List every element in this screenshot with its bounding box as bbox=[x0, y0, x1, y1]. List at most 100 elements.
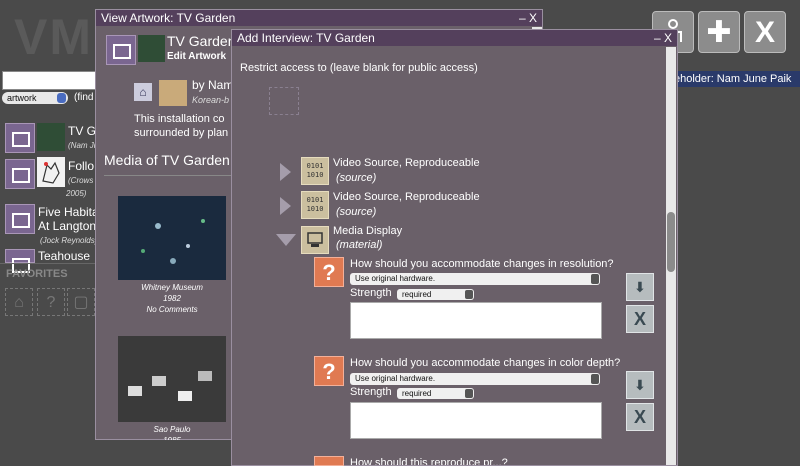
media-year: 1982 bbox=[163, 294, 181, 303]
media-location: Whitney Museum bbox=[141, 283, 203, 292]
media-heading: Media of TV Garden bbox=[104, 152, 230, 168]
add-button[interactable]: ✚ bbox=[698, 11, 740, 53]
media-location: Sao Paulo bbox=[153, 425, 191, 434]
stakeholder-bar[interactable]: eholder: Nam June Paik bbox=[670, 71, 800, 87]
component-type: (source) bbox=[336, 206, 377, 218]
media-year: 1985 bbox=[118, 436, 226, 440]
hand-pointer-icon bbox=[42, 161, 60, 184]
strength-select[interactable]: required bbox=[397, 388, 474, 399]
divider bbox=[104, 175, 232, 176]
app-logo: VM bbox=[14, 9, 93, 65]
binary-source-icon: 0101 1010 bbox=[301, 157, 329, 185]
add-interview-window: Add Interview: TV Garden – X Restrict ac… bbox=[231, 29, 678, 466]
artwork-title: TV Garden bbox=[167, 33, 236, 49]
artwork-frame-icon bbox=[106, 35, 136, 65]
delete-answer-button[interactable]: X bbox=[626, 305, 654, 333]
view-artwork-titlebar[interactable]: View Artwork: TV Garden – X bbox=[96, 10, 542, 26]
artist-origin: Korean-b bbox=[192, 95, 230, 105]
artwork-thumbnail[interactable] bbox=[37, 123, 65, 151]
list-item-year: 2005) bbox=[66, 189, 87, 198]
component-type: (source) bbox=[336, 172, 377, 184]
save-answer-button[interactable]: ⬇ bbox=[626, 273, 654, 301]
window-controls[interactable]: – X bbox=[654, 30, 672, 46]
expand-triangle-icon[interactable] bbox=[280, 163, 291, 181]
museum-icon[interactable]: ⌂ bbox=[5, 288, 33, 316]
question-text: How should this reproduce pr...? bbox=[350, 457, 508, 465]
question-icon[interactable]: ? bbox=[37, 288, 65, 316]
hand-drawing-thumbnail[interactable] bbox=[37, 157, 65, 187]
collapse-triangle-icon[interactable] bbox=[276, 234, 296, 246]
artist-by-label: by Nam bbox=[192, 78, 234, 92]
question-icon: ? bbox=[314, 257, 344, 287]
media-image-art bbox=[141, 219, 205, 264]
list-item-title[interactable]: Follo bbox=[68, 159, 94, 173]
comment-textarea[interactable] bbox=[350, 302, 602, 339]
chevron-down-icon bbox=[591, 274, 599, 284]
media-comments: No Comments bbox=[146, 305, 198, 314]
artwork-frame-icon[interactable] bbox=[5, 249, 35, 273]
add-interview-titlebar[interactable]: Add Interview: TV Garden – X bbox=[232, 30, 677, 46]
question-icon: ? bbox=[314, 356, 344, 386]
question-text: How should you accommodate changes in co… bbox=[350, 357, 621, 369]
answer-value: Use original hardware. bbox=[355, 374, 436, 383]
question-text: How should you accommodate changes in re… bbox=[350, 258, 614, 270]
artist-photo bbox=[159, 80, 187, 106]
comment-textarea[interactable] bbox=[350, 402, 602, 439]
interview-scrollbar[interactable] bbox=[666, 47, 676, 465]
question-icon bbox=[314, 456, 344, 466]
list-item-artist: (Nam Ju bbox=[68, 141, 99, 150]
window-title: Add Interview: TV Garden bbox=[237, 31, 375, 45]
component-title[interactable]: Video Source, Reproduceable bbox=[333, 191, 480, 203]
media-image-art bbox=[128, 371, 212, 401]
binary-source-icon: 0101 1010 bbox=[301, 191, 329, 219]
chevron-down-icon bbox=[591, 374, 599, 384]
strength-label: Strength bbox=[350, 287, 392, 299]
type-select[interactable]: artwork bbox=[2, 92, 68, 104]
strength-select[interactable]: required bbox=[397, 289, 474, 300]
window-title: View Artwork: TV Garden bbox=[101, 11, 236, 25]
artwork-frame-icon[interactable] bbox=[5, 204, 35, 234]
strength-value: required bbox=[402, 389, 432, 398]
component-title[interactable]: Video Source, Reproduceable bbox=[333, 157, 480, 169]
find-label: (find bbox=[74, 92, 94, 103]
list-item-title[interactable]: Five Habita bbox=[38, 205, 99, 219]
description-line: surrounded by plan bbox=[134, 127, 229, 139]
save-answer-button[interactable]: ⬇ bbox=[626, 371, 654, 399]
artwork-thumbnail bbox=[138, 35, 165, 62]
answer-select[interactable]: Use original hardware. bbox=[350, 273, 600, 285]
strength-label: Strength bbox=[350, 386, 392, 398]
box-icon[interactable]: ▢ bbox=[67, 288, 95, 316]
favorites-label: FAVORITES bbox=[6, 268, 68, 280]
chevron-down-icon bbox=[465, 389, 473, 398]
chevron-down-icon bbox=[57, 93, 66, 103]
strength-value: required bbox=[402, 290, 432, 299]
media-image[interactable] bbox=[118, 336, 226, 422]
restrict-access-label: Restrict access to (leave blank for publ… bbox=[240, 62, 478, 74]
expand-triangle-icon[interactable] bbox=[280, 197, 291, 215]
list-item-title[interactable]: TV G bbox=[68, 124, 96, 138]
component-type: (material) bbox=[336, 239, 383, 251]
list-item-title[interactable]: Teahouse bbox=[38, 249, 90, 263]
museum-drop-icon[interactable] bbox=[269, 87, 299, 115]
answer-select[interactable]: Use original hardware. bbox=[350, 373, 600, 385]
window-controls[interactable]: – X bbox=[519, 10, 537, 26]
chevron-down-icon bbox=[465, 290, 473, 299]
delete-answer-button[interactable]: X bbox=[626, 403, 654, 431]
type-select-value: artwork bbox=[7, 93, 37, 103]
display-icon bbox=[301, 226, 329, 254]
artwork-frame-icon[interactable] bbox=[5, 123, 35, 153]
artwork-frame-icon[interactable] bbox=[5, 159, 35, 189]
answer-value: Use original hardware. bbox=[355, 274, 436, 283]
monitor-icon bbox=[307, 232, 323, 247]
scrollbar-thumb[interactable] bbox=[667, 212, 675, 272]
component-title[interactable]: Media Display bbox=[333, 225, 402, 237]
edit-artwork-link[interactable]: Edit Artwork bbox=[167, 51, 226, 62]
list-item-artist: (Jock Reynolds) bbox=[40, 236, 98, 245]
divider bbox=[0, 263, 97, 264]
search-input[interactable] bbox=[2, 71, 102, 90]
description-line: This installation co bbox=[134, 113, 225, 125]
list-item-title-cont[interactable]: At Langton bbox=[38, 219, 96, 233]
media-image[interactable] bbox=[118, 196, 226, 280]
list-item-artist: (Crows bbox=[68, 176, 94, 185]
close-button[interactable]: X bbox=[744, 11, 786, 53]
